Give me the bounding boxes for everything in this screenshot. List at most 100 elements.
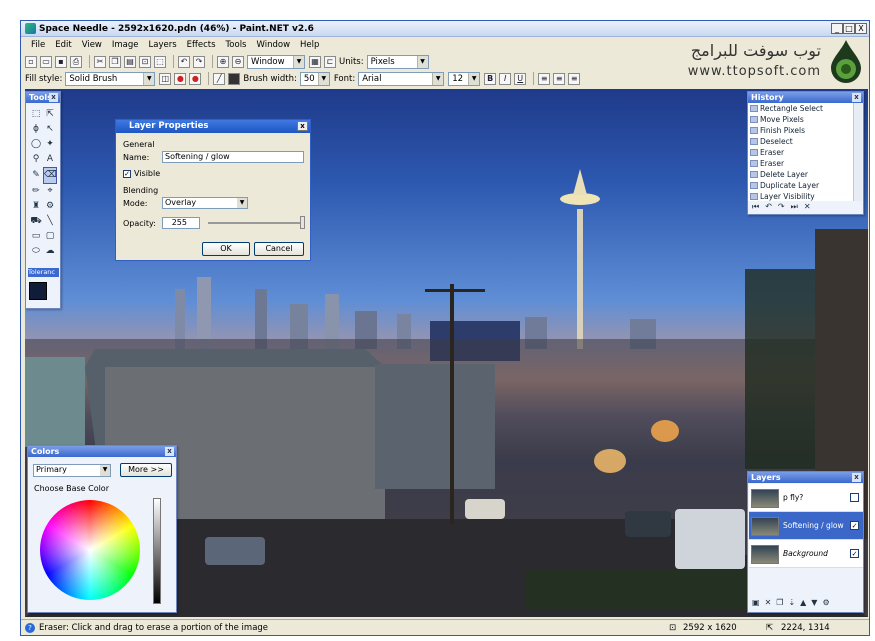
primary-select[interactable]: Primary ▼ bbox=[33, 464, 111, 477]
underline-button[interactable]: U bbox=[514, 72, 527, 85]
history-item[interactable]: Eraser bbox=[748, 147, 854, 158]
ruler-icon[interactable]: ⊏ bbox=[324, 55, 336, 68]
undo-icon[interactable]: ↶ bbox=[765, 202, 772, 211]
align-right-icon[interactable]: ≡ bbox=[568, 72, 581, 85]
history-item[interactable]: Eraser bbox=[748, 158, 854, 169]
fill-style-select[interactable]: Solid Brush ▼ bbox=[65, 71, 156, 86]
value-slider[interactable] bbox=[153, 498, 161, 604]
close-button[interactable]: X bbox=[855, 23, 867, 34]
menu-view[interactable]: View bbox=[82, 40, 102, 50]
layer-row[interactable]: p fly? bbox=[749, 484, 863, 512]
layer-name-input[interactable]: Softening / glow bbox=[162, 151, 304, 163]
redo-icon[interactable]: ↷ bbox=[193, 55, 205, 68]
zoom-select[interactable]: Window ▼ bbox=[247, 54, 305, 69]
zoom-icon[interactable]: ⚲ bbox=[29, 152, 43, 167]
colors-palette-header[interactable]: Colors x bbox=[28, 446, 176, 457]
history-scrollbar[interactable] bbox=[853, 103, 862, 201]
blend-mode-select[interactable]: Overlay ▼ bbox=[162, 197, 248, 209]
layer-visibility-checkbox[interactable] bbox=[850, 493, 859, 502]
font-select[interactable]: Arial ▼ bbox=[358, 71, 445, 86]
text-icon[interactable]: A bbox=[43, 152, 57, 167]
dialog-title-bar[interactable]: Layer Properties x bbox=[116, 120, 310, 133]
antialias-off-icon[interactable]: ● bbox=[189, 72, 202, 85]
menu-tools[interactable]: Tools bbox=[226, 40, 247, 50]
draw-shape-icon[interactable]: ╱ bbox=[213, 72, 226, 85]
undo-icon[interactable]: ↶ bbox=[178, 55, 190, 68]
paint-bucket-icon[interactable]: ⛟ bbox=[29, 214, 43, 229]
open-icon[interactable]: ▭ bbox=[40, 55, 52, 68]
history-item[interactable]: Layer Visibility bbox=[748, 191, 854, 201]
layer-visibility-checkbox[interactable]: ✓ bbox=[850, 521, 859, 530]
ellipse-select-icon[interactable]: ◯ bbox=[29, 137, 43, 152]
italic-button[interactable]: I bbox=[499, 72, 512, 85]
zoom-in-icon[interactable]: ⊕ bbox=[217, 55, 229, 68]
align-left-icon[interactable]: ≡ bbox=[538, 72, 551, 85]
bold-button[interactable]: B bbox=[484, 72, 497, 85]
close-icon[interactable]: x bbox=[165, 447, 174, 456]
magic-wand-icon[interactable]: ✦ bbox=[43, 137, 57, 152]
opacity-slider[interactable] bbox=[208, 222, 304, 224]
recolor-icon[interactable]: ⚙ bbox=[43, 199, 57, 214]
maximize-button[interactable]: □ bbox=[843, 23, 855, 34]
copy-icon[interactable]: ❐ bbox=[109, 55, 121, 68]
menu-help[interactable]: Help bbox=[300, 40, 319, 50]
rewind-icon[interactable]: ⏮ bbox=[752, 202, 759, 211]
history-item[interactable]: Move Pixels bbox=[748, 114, 854, 125]
more-button[interactable]: More >> bbox=[120, 463, 172, 477]
duplicate-layer-icon[interactable]: ❐ bbox=[776, 598, 783, 607]
layer-row-selected[interactable]: Softening / glow ✓ bbox=[749, 512, 863, 540]
tools-palette-header[interactable]: Tools x bbox=[26, 92, 60, 103]
layers-palette-header[interactable]: Layers x bbox=[748, 472, 863, 483]
opacity-slider-thumb[interactable] bbox=[300, 216, 305, 229]
history-item[interactable]: Rectangle Select bbox=[748, 103, 854, 114]
fill-shape-icon[interactable] bbox=[228, 72, 241, 85]
color-picker-icon[interactable]: ⌖ bbox=[43, 184, 57, 199]
rectangle-icon[interactable]: ▭ bbox=[29, 229, 43, 244]
pencil-icon[interactable]: ✏ bbox=[29, 184, 43, 199]
clone-stamp-icon[interactable]: ♜ bbox=[29, 199, 43, 214]
delete-history-icon[interactable]: ✕ bbox=[804, 202, 811, 211]
image-canvas[interactable]: Tools x ⬚ ⇱ ϕ ↖ ◯ ✦ ⚲ A ✎ ⌫ ✏ ⌖ ♜ ⚙ ⛟ ╲ ▭ ▢ ⬭ ☁ Tol… bbox=[25, 89, 868, 617]
minimize-button[interactable]: _ bbox=[831, 23, 843, 34]
line-icon[interactable]: ╲ bbox=[43, 214, 57, 229]
layer-visibility-checkbox[interactable]: ✓ bbox=[850, 549, 859, 558]
layer-row[interactable]: Background ✓ bbox=[749, 540, 863, 568]
move-selection-icon[interactable]: ⇱ bbox=[43, 107, 57, 122]
paste-icon[interactable]: ▤ bbox=[124, 55, 136, 68]
add-layer-icon[interactable]: ▣ bbox=[752, 598, 760, 607]
ok-button[interactable]: OK bbox=[202, 242, 250, 256]
paintbrush-icon[interactable]: ✎ bbox=[29, 168, 43, 183]
history-item[interactable]: Finish Pixels bbox=[748, 125, 854, 136]
delete-layer-icon[interactable]: ✕ bbox=[765, 598, 772, 607]
move-icon[interactable]: ↖ bbox=[43, 122, 57, 137]
alpha-blend-icon[interactable]: ◫ bbox=[159, 72, 172, 85]
layer-properties-icon[interactable]: ⚙ bbox=[822, 598, 829, 607]
ellipse-icon[interactable]: ⬭ bbox=[29, 244, 43, 259]
rounded-rect-icon[interactable]: ▢ bbox=[43, 229, 57, 244]
align-center-icon[interactable]: ≡ bbox=[553, 72, 566, 85]
history-item[interactable]: Delete Layer bbox=[748, 169, 854, 180]
history-item[interactable]: Deselect bbox=[748, 136, 854, 147]
units-select[interactable]: Pixels ▼ bbox=[366, 54, 429, 69]
opacity-spinner[interactable]: 255 bbox=[162, 217, 200, 229]
close-icon[interactable]: x bbox=[49, 93, 58, 102]
rect-select-icon[interactable]: ⬚ bbox=[29, 107, 43, 122]
menu-window[interactable]: Window bbox=[257, 40, 291, 50]
menu-image[interactable]: Image bbox=[112, 40, 139, 50]
move-layer-up-icon[interactable]: ▲ bbox=[800, 598, 806, 607]
move-layer-down-icon[interactable]: ▼ bbox=[811, 598, 817, 607]
menu-layers[interactable]: Layers bbox=[149, 40, 177, 50]
close-icon[interactable]: x bbox=[852, 93, 861, 102]
zoom-out-icon[interactable]: ⊖ bbox=[232, 55, 244, 68]
font-size-select[interactable]: 12 ▼ bbox=[448, 71, 481, 86]
brush-width-select[interactable]: 50 ▼ bbox=[299, 71, 330, 86]
cut-icon[interactable]: ✂ bbox=[94, 55, 106, 68]
menu-file[interactable]: File bbox=[31, 40, 45, 50]
menu-edit[interactable]: Edit bbox=[55, 40, 71, 50]
merge-layer-icon[interactable]: ⇣ bbox=[788, 598, 795, 607]
primary-color-swatch[interactable] bbox=[29, 282, 47, 300]
antialias-icon[interactable]: ● bbox=[174, 72, 187, 85]
freeform-icon[interactable]: ☁ bbox=[43, 244, 57, 259]
color-wheel[interactable] bbox=[40, 500, 140, 600]
redo-icon[interactable]: ↷ bbox=[778, 202, 785, 211]
